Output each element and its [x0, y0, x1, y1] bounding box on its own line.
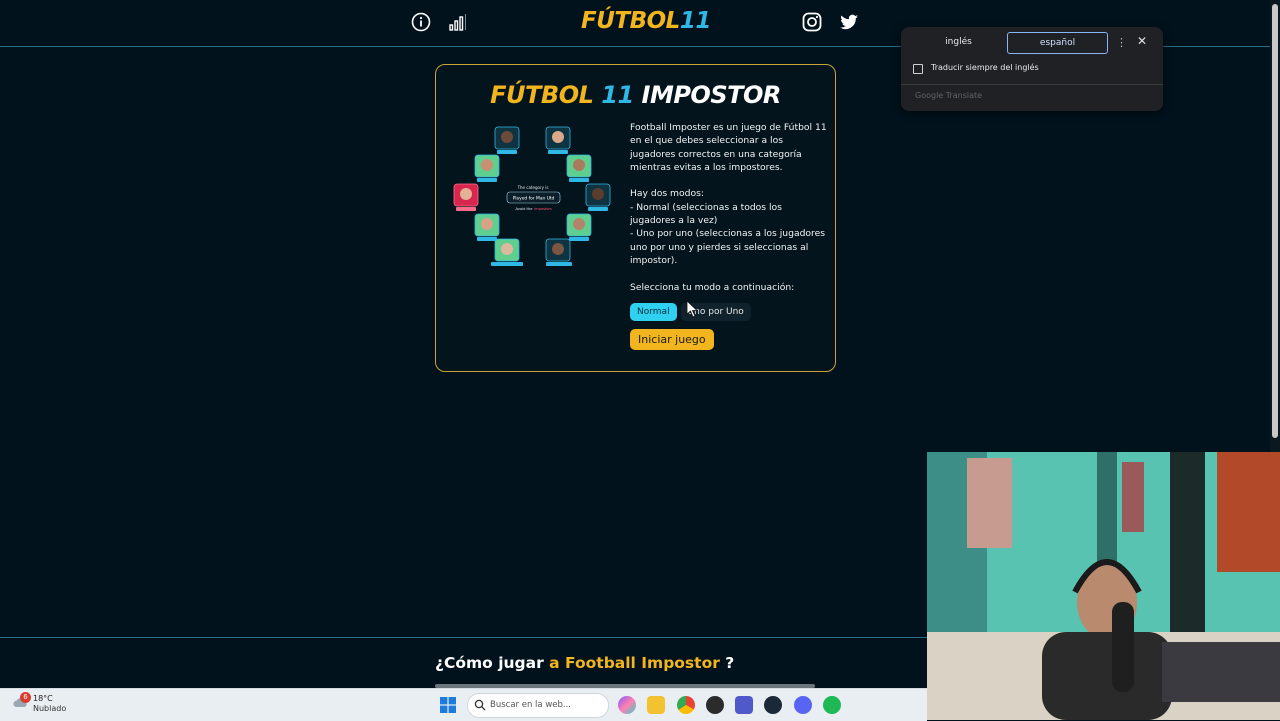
player-card	[494, 126, 520, 154]
game-card: FÚTBOL 11 IMPOSTOR The category is Playe…	[435, 64, 836, 372]
weather-temperature[interactable]: 18°C	[33, 694, 53, 703]
obs-icon[interactable]	[706, 696, 724, 714]
logo-number: 11	[679, 8, 712, 34]
desc-modes-heading: Hay dos modos:	[630, 188, 704, 200]
desc-mode-one-by-one: - Uno por uno (seleccionas a los jugador…	[630, 228, 826, 266]
avoid-label: Avoid the	[516, 207, 534, 211]
player-card	[566, 154, 592, 182]
player-card	[566, 213, 592, 241]
howto-highlight: a Football Impostor	[549, 654, 720, 672]
taskbar-search[interactable]: Buscar en la web...	[467, 693, 609, 718]
twitter-icon[interactable]	[838, 11, 860, 33]
close-icon[interactable]: ✕	[1137, 34, 1147, 48]
windows-start-icon[interactable]	[440, 697, 456, 713]
weather-badge: 6	[20, 692, 31, 703]
game-description: Football Imposter es un juego de Fútbol …	[630, 121, 830, 294]
title-number: 11	[601, 81, 634, 109]
howto-prefix: ¿Cómo jugar	[435, 654, 544, 672]
player-card	[474, 154, 500, 182]
logo-main: FÚTBOL	[581, 8, 680, 34]
lang-target-tab[interactable]: español	[1007, 32, 1108, 54]
instagram-icon[interactable]	[801, 11, 823, 33]
popup-divider	[901, 84, 1163, 85]
category-prompt: The category is	[517, 185, 549, 190]
search-placeholder: Buscar en la web...	[490, 700, 571, 710]
webcam-overlay	[927, 452, 1280, 720]
game-title: FÚTBOL 11 IMPOSTOR	[436, 81, 835, 109]
mode-normal-button[interactable]: Normal	[630, 303, 677, 321]
player-card	[545, 238, 572, 266]
weather-condition[interactable]: Nublado	[33, 704, 66, 713]
title-main: FÚTBOL	[490, 81, 594, 109]
stats-icon[interactable]	[447, 11, 469, 33]
copilot-icon[interactable]	[618, 696, 636, 714]
always-translate-label: Traducir siempre del inglés	[931, 63, 1039, 72]
translate-popup: inglés español ⋮ ✕ Traducir siempre del …	[901, 27, 1163, 111]
howto-suffix: ?	[725, 654, 735, 672]
player-card	[474, 213, 500, 241]
player-card	[585, 183, 611, 211]
search-icon	[474, 699, 486, 711]
desc-intro: Football Imposter es un juego de Fútbol …	[630, 122, 827, 173]
site-logo[interactable]: FÚTBOL11	[581, 8, 711, 34]
desc-mode-normal: - Normal (seleccionas a todos los jugado…	[630, 201, 782, 227]
player-card	[491, 238, 523, 266]
cursor-icon	[686, 300, 698, 318]
section-divider	[0, 637, 927, 638]
start-game-button[interactable]: Iniciar juego	[630, 329, 714, 350]
avoid-word: impostors	[534, 207, 552, 211]
more-options-icon[interactable]: ⋮	[1116, 36, 1127, 49]
steam-icon[interactable]	[764, 696, 782, 714]
windows-taskbar: 6 18°C Nublado Buscar en la web...	[0, 688, 927, 721]
player-card	[545, 126, 571, 154]
spotify-icon[interactable]	[823, 696, 841, 714]
how-to-heading: ¿Cómo jugar a Football Impostor ?	[435, 654, 734, 672]
lang-source-tab[interactable]: inglés	[909, 32, 1008, 52]
category-text: Played for Man Utd	[513, 196, 555, 202]
teams-icon[interactable]	[735, 696, 753, 714]
discord-icon[interactable]	[794, 696, 812, 714]
game-illustration: The category is Played for Man Utd Avoid…	[453, 126, 611, 266]
scrollbar-thumb[interactable]	[1272, 4, 1278, 438]
info-icon[interactable]	[410, 11, 432, 33]
chrome-icon[interactable]	[677, 696, 695, 714]
desc-select-prompt: Selecciona tu modo a continuación:	[630, 281, 795, 293]
title-rest: IMPOSTOR	[641, 81, 782, 109]
player-card-impostor	[453, 183, 479, 211]
translate-brand: Google Translate	[915, 91, 983, 100]
file-explorer-icon[interactable]	[647, 696, 665, 714]
always-translate-checkbox[interactable]	[913, 64, 923, 74]
